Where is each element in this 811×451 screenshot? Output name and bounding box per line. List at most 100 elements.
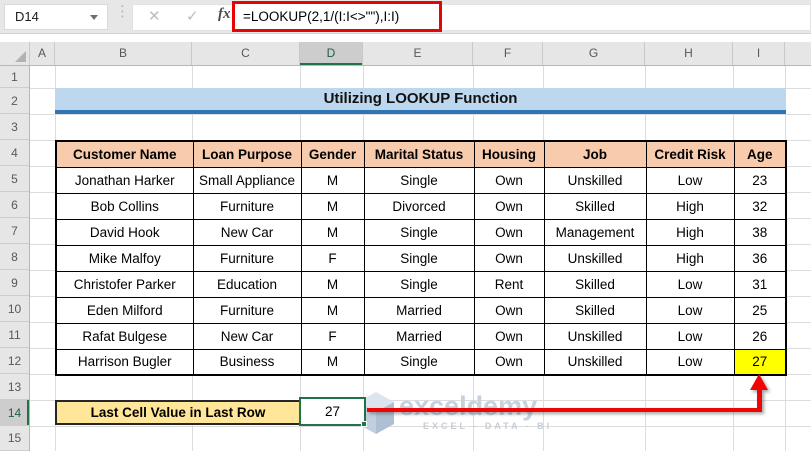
table-cell[interactable]: Single [363, 270, 475, 298]
row-header[interactable]: 6 [0, 192, 29, 218]
highlighted-cell[interactable]: 27 [733, 348, 787, 376]
table-header-cell[interactable]: Housing [473, 140, 545, 168]
table-cell[interactable]: Education [192, 270, 302, 298]
table-cell[interactable]: Single [363, 218, 475, 246]
fill-handle[interactable] [361, 421, 367, 427]
table-cell[interactable]: Low [645, 348, 735, 376]
table-cell[interactable]: Own [473, 322, 545, 350]
row-header[interactable]: 13 [0, 374, 29, 400]
table-cell[interactable]: Furniture [192, 244, 302, 272]
table-cell[interactable]: F [300, 244, 365, 272]
table-cell[interactable]: M [300, 296, 365, 324]
table-header-cell[interactable]: Age [733, 140, 787, 168]
row-header[interactable]: 5 [0, 166, 29, 192]
row-header[interactable]: 2 [0, 88, 29, 114]
table-cell[interactable]: Unskilled [543, 348, 647, 376]
column-header[interactable]: E [363, 42, 473, 65]
table-cell[interactable]: M [300, 218, 365, 246]
table-cell[interactable]: 31 [733, 270, 787, 298]
table-cell[interactable]: High [645, 244, 735, 272]
table-cell[interactable]: Unskilled [543, 322, 647, 350]
table-cell[interactable]: Divorced [363, 192, 475, 220]
table-cell[interactable]: Married [363, 322, 475, 350]
row-header[interactable]: 10 [0, 296, 29, 322]
table-cell[interactable]: Harrison Bugler [55, 348, 194, 376]
table-cell[interactable]: Low [645, 270, 735, 298]
column-header[interactable]: H [645, 42, 733, 65]
table-cell[interactable]: F [300, 322, 365, 350]
table-cell[interactable]: New Car [192, 322, 302, 350]
column-header[interactable]: A [30, 42, 55, 65]
table-cell[interactable]: Christofer Parker [55, 270, 194, 298]
table-cell[interactable]: Unskilled [543, 166, 647, 194]
table-cell[interactable]: 38 [733, 218, 787, 246]
name-box[interactable]: D14 [4, 4, 108, 30]
row-header[interactable]: 15 [0, 426, 29, 451]
table-cell[interactable]: New Car [192, 218, 302, 246]
table-cell[interactable]: Small Appliance [192, 166, 302, 194]
column-header[interactable]: I [733, 42, 785, 65]
table-cell[interactable]: M [300, 348, 365, 376]
caret-down-icon[interactable] [90, 15, 98, 20]
table-cell[interactable]: 32 [733, 192, 787, 220]
table-cell[interactable]: Single [363, 166, 475, 194]
cancel-icon[interactable]: ✕ [148, 7, 161, 25]
table-header-cell[interactable]: Gender [300, 140, 365, 168]
table-cell[interactable]: Business [192, 348, 302, 376]
table-cell[interactable]: Own [473, 192, 545, 220]
table-cell[interactable]: Furniture [192, 296, 302, 324]
table-header-cell[interactable]: Loan Purpose [192, 140, 302, 168]
row-header[interactable]: 12 [0, 348, 29, 374]
table-cell[interactable]: High [645, 218, 735, 246]
table-cell[interactable]: Own [473, 296, 545, 324]
table-cell[interactable]: Furniture [192, 192, 302, 220]
table-cell[interactable]: Management [543, 218, 647, 246]
row-header[interactable]: 7 [0, 218, 29, 244]
table-header-cell[interactable]: Customer Name [55, 140, 194, 168]
table-cell[interactable]: Skilled [543, 270, 647, 298]
formula-input[interactable]: =LOOKUP(2,1/(I:I<>""),I:I) [235, 4, 439, 29]
table-cell[interactable]: Own [473, 348, 545, 376]
row-header[interactable]: 14 [0, 400, 29, 426]
table-cell[interactable]: Eden Milford [55, 296, 194, 324]
table-header-cell[interactable]: Credit Risk [645, 140, 735, 168]
table-header-cell[interactable]: Marital Status [363, 140, 475, 168]
row-header[interactable]: 1 [0, 66, 29, 88]
column-header[interactable]: C [192, 42, 300, 65]
column-header[interactable]: G [543, 42, 645, 65]
table-cell[interactable]: Skilled [543, 192, 647, 220]
table-cell[interactable]: M [300, 166, 365, 194]
table-cell[interactable]: Single [363, 244, 475, 272]
table-cell[interactable]: 26 [733, 322, 787, 350]
table-cell[interactable]: Own [473, 166, 545, 194]
insert-function-icon[interactable]: fx [218, 6, 231, 23]
table-cell[interactable]: Skilled [543, 296, 647, 324]
table-cell[interactable]: Bob Collins [55, 192, 194, 220]
table-cell[interactable]: Unskilled [543, 244, 647, 272]
table-header-cell[interactable]: Job [543, 140, 647, 168]
row-header[interactable]: 11 [0, 322, 29, 348]
table-cell[interactable]: Low [645, 322, 735, 350]
table-cell[interactable]: 25 [733, 296, 787, 324]
row-header[interactable]: 4 [0, 140, 29, 166]
row-header[interactable]: 8 [0, 244, 29, 270]
enter-icon[interactable]: ✓ [186, 7, 199, 25]
table-cell[interactable]: High [645, 192, 735, 220]
active-cell-d14[interactable]: 27 [299, 397, 367, 427]
table-cell[interactable]: M [300, 192, 365, 220]
table-cell[interactable]: Mike Malfoy [55, 244, 194, 272]
column-header[interactable]: B [55, 42, 192, 65]
table-cell[interactable]: Low [645, 166, 735, 194]
table-cell[interactable]: Single [363, 348, 475, 376]
table-cell[interactable]: 23 [733, 166, 787, 194]
column-header[interactable]: F [473, 42, 543, 65]
table-cell[interactable]: Jonathan Harker [55, 166, 194, 194]
column-header[interactable]: D [300, 42, 363, 65]
table-cell[interactable]: 36 [733, 244, 787, 272]
table-cell[interactable]: Own [473, 218, 545, 246]
table-cell[interactable]: Own [473, 244, 545, 272]
table-cell[interactable]: Rafat Bulgese [55, 322, 194, 350]
table-cell[interactable]: Rent [473, 270, 545, 298]
table-cell[interactable]: Married [363, 296, 475, 324]
row-header[interactable]: 3 [0, 114, 29, 140]
